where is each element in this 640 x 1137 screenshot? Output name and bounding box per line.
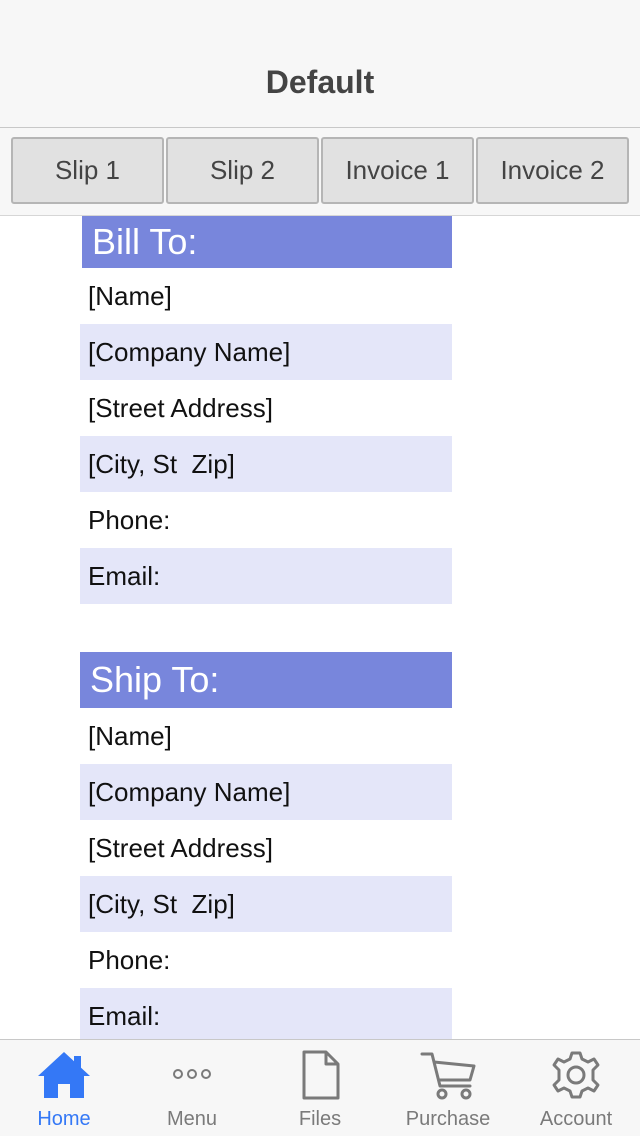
tab-home-label: Home (37, 1108, 91, 1130)
ship-to-company-field[interactable]: [Company Name] (80, 764, 452, 820)
tab-menu[interactable]: Menu (128, 1040, 256, 1137)
bill-to-phone-field[interactable]: Phone: (80, 492, 452, 548)
tab-account[interactable]: Account (512, 1040, 640, 1137)
tab-account-label: Account (539, 1108, 613, 1130)
ship-to-name-field[interactable]: [Name] (80, 708, 452, 764)
ship-to-email-field[interactable]: Email: (80, 988, 452, 1039)
navigation-bar: Default (0, 0, 640, 128)
tab-menu-label: Menu (166, 1108, 218, 1130)
bill-to-company-field[interactable]: [Company Name] (80, 324, 452, 380)
document-content[interactable]: Bill To: [Name] [Company Name] [Street A… (0, 216, 640, 1039)
bill-to-section: Bill To: [Name] [Company Name] [Street A… (80, 216, 452, 604)
segment-slip-2[interactable]: Slip 2 (166, 137, 319, 204)
tab-files[interactable]: Files (256, 1040, 384, 1137)
bill-to-email-field[interactable]: Email: (80, 548, 452, 604)
bill-to-name-field[interactable]: [Name] (80, 268, 452, 324)
ship-to-phone-field[interactable]: Phone: (80, 932, 452, 988)
more-dots-icon (173, 1069, 211, 1079)
tab-purchase[interactable]: Purchase (384, 1040, 512, 1137)
tab-files-label: Files (298, 1108, 342, 1130)
ship-to-header: Ship To: (80, 652, 452, 708)
cart-icon (420, 1052, 476, 1100)
file-icon (302, 1050, 340, 1100)
ship-to-city-field[interactable]: [City, St Zip] (80, 876, 452, 932)
segment-slip-1[interactable]: Slip 1 (11, 137, 164, 204)
tab-bar: Home Menu Files Purchase Account (0, 1039, 640, 1136)
page-title: Default (265, 64, 375, 100)
tab-home[interactable]: Home (0, 1040, 128, 1137)
ship-to-street-field[interactable]: [Street Address] (80, 820, 452, 876)
bill-to-street-field[interactable]: [Street Address] (80, 380, 452, 436)
bill-to-city-field[interactable]: [City, St Zip] (80, 436, 452, 492)
gear-icon (552, 1051, 600, 1099)
tab-purchase-label: Purchase (405, 1108, 491, 1130)
segment-invoice-1[interactable]: Invoice 1 (321, 137, 474, 204)
bill-to-header: Bill To: (82, 216, 452, 268)
template-segmented-control: Slip 1 Slip 2 Invoice 1 Invoice 2 (0, 128, 640, 216)
segment-invoice-2[interactable]: Invoice 2 (476, 137, 629, 204)
home-icon (38, 1052, 90, 1098)
ship-to-section: Ship To: [Name] [Company Name] [Street A… (80, 652, 452, 1039)
